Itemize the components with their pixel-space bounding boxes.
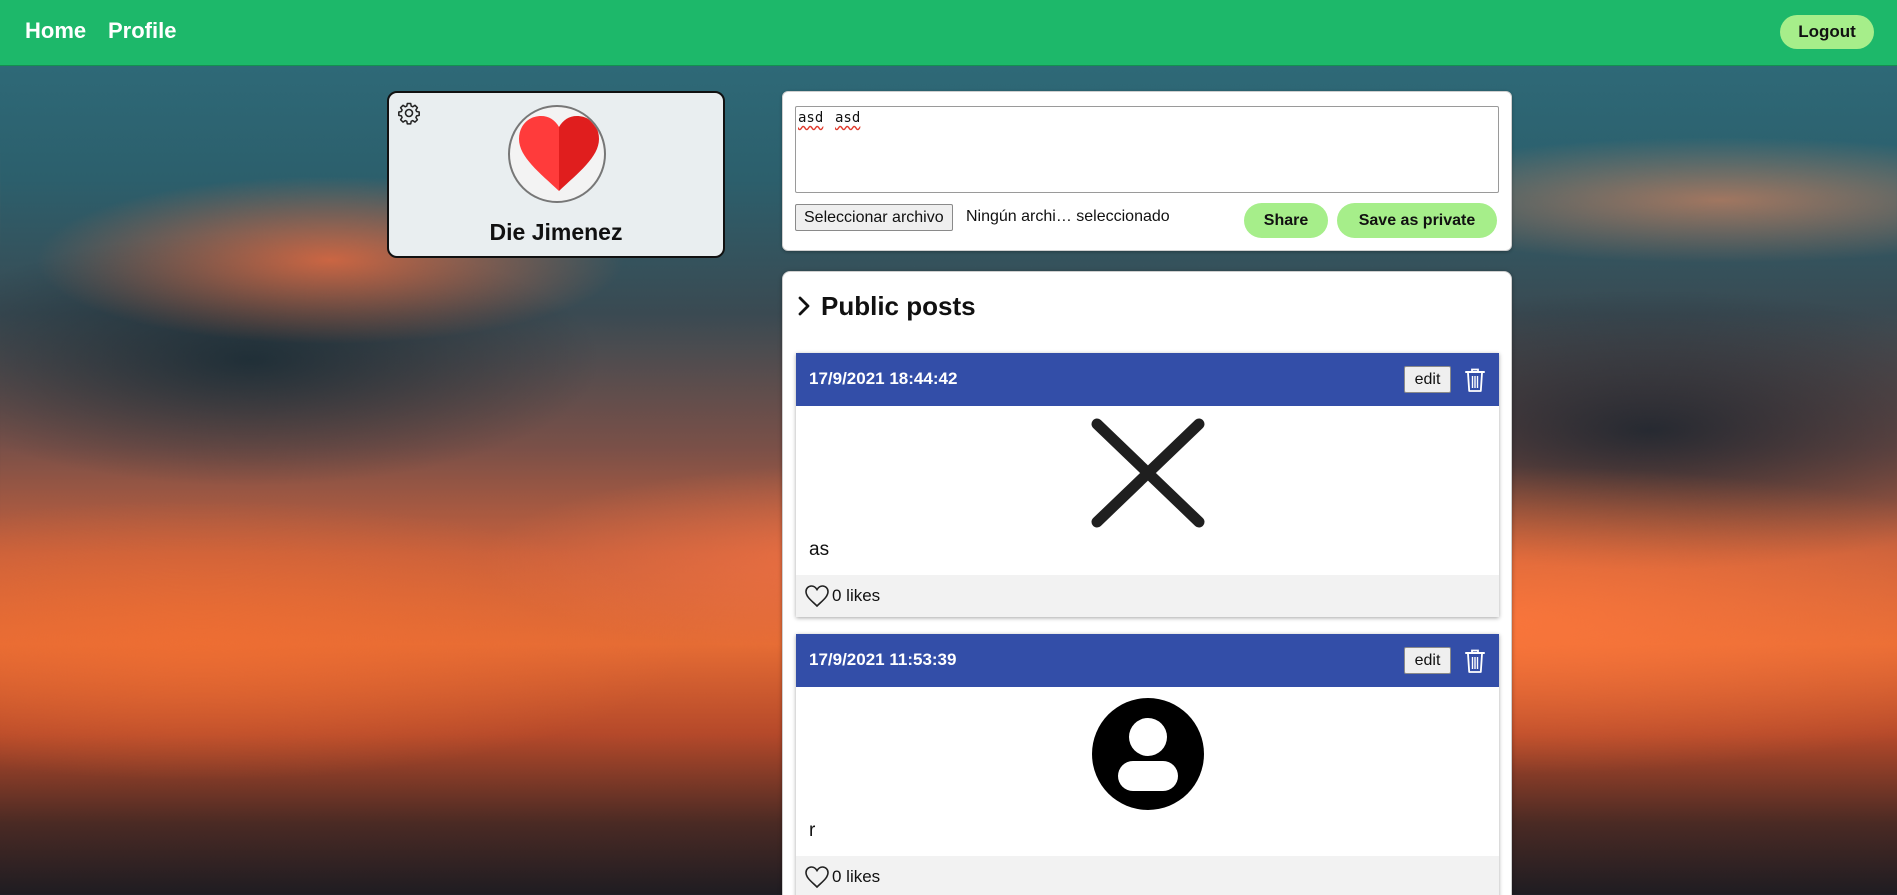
public-posts-panel: Public posts 17/9/2021 18:44:42 edit as … <box>782 271 1512 895</box>
heart-icon <box>519 116 599 191</box>
edit-button[interactable]: edit <box>1404 366 1451 393</box>
profile-card: Die Jimenez <box>387 91 725 258</box>
post-text: as <box>809 539 830 560</box>
post-card: 17/9/2021 11:53:39 edit r 0 likes <box>796 634 1499 895</box>
post-footer: 0 likes <box>796 575 1499 617</box>
user-avatar-icon <box>1092 698 1204 810</box>
save-private-button[interactable]: Save as private <box>1337 203 1497 238</box>
likes-count: 0 likes <box>832 867 881 886</box>
avatar <box>508 105 606 203</box>
trash-icon[interactable] <box>1463 648 1487 674</box>
file-status-text: Ningún archi… seleccionado <box>966 208 1170 225</box>
post-date: 17/9/2021 11:53:39 <box>809 650 957 669</box>
post-composer: asd asd Seleccionar archivo Ningún archi… <box>782 91 1512 251</box>
share-button[interactable]: Share <box>1244 203 1328 238</box>
edit-button[interactable]: edit <box>1404 647 1451 674</box>
post-header: 17/9/2021 18:44:42 edit <box>796 353 1499 406</box>
trash-icon[interactable] <box>1463 367 1487 393</box>
nav-home-link[interactable]: Home <box>25 18 86 44</box>
post-textarea[interactable] <box>795 106 1499 193</box>
likes-count: 0 likes <box>832 586 881 605</box>
post-date: 17/9/2021 18:44:42 <box>809 369 958 388</box>
post-text: r <box>809 820 816 841</box>
chevron-right-icon <box>798 296 810 316</box>
nav-profile-link[interactable]: Profile <box>108 18 176 44</box>
top-navbar: Home Profile Logout <box>0 0 1897 66</box>
like-heart-icon[interactable] <box>804 584 830 608</box>
profile-name: Die Jimenez <box>489 219 623 245</box>
posts-title: Public posts <box>821 290 976 321</box>
post-header: 17/9/2021 11:53:39 edit <box>796 634 1499 687</box>
logout-button[interactable]: Logout <box>1780 15 1874 49</box>
like-heart-icon[interactable] <box>804 865 830 889</box>
gear-icon[interactable] <box>397 101 421 125</box>
choose-file-button[interactable]: Seleccionar archivo <box>795 204 953 231</box>
post-footer: 0 likes <box>796 856 1499 895</box>
posts-toggle[interactable]: Public posts <box>795 290 976 322</box>
close-x-icon <box>1091 418 1205 528</box>
post-card: 17/9/2021 18:44:42 edit as 0 likes <box>796 353 1499 617</box>
